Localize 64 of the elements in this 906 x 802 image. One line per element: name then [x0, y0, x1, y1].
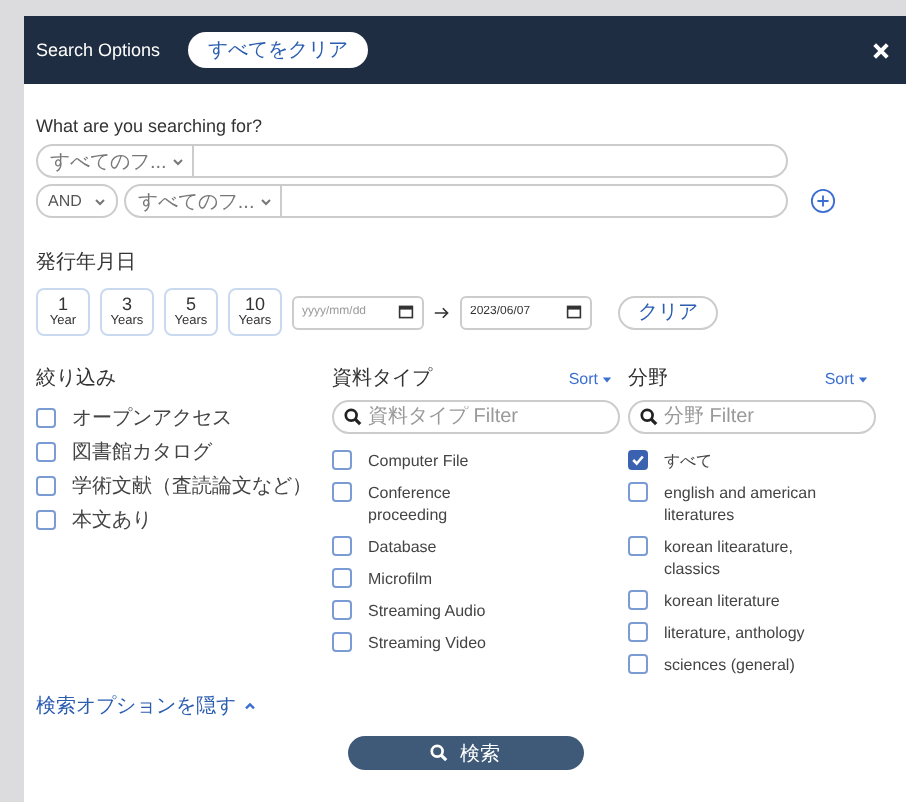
search-icon — [430, 744, 448, 762]
caret-icon — [93, 197, 106, 205]
arrow-icon — [434, 305, 450, 319]
option-label: 図書館カタログ — [72, 442, 212, 466]
search-icon — [640, 408, 658, 426]
option-label: すべて — [664, 450, 712, 472]
calendar-icon[interactable] — [566, 304, 582, 320]
checkbox[interactable] — [332, 536, 352, 556]
clear-date-button[interactable]: クリア — [618, 295, 718, 329]
close-icon[interactable] — [872, 41, 890, 59]
date-label: 発行年月日 — [36, 250, 138, 276]
option-label: korean literature — [664, 590, 780, 612]
caret-icon — [260, 197, 273, 205]
checkbox[interactable] — [36, 442, 56, 462]
field-select[interactable]: すべてのフ... — [38, 146, 195, 176]
sort-link[interactable]: Sort — [824, 370, 868, 388]
clear-all-button[interactable]: すべてをクリア — [188, 32, 369, 68]
operator-select[interactable]: AND — [36, 184, 118, 218]
checkbox[interactable] — [332, 632, 352, 652]
caret-icon — [172, 157, 185, 165]
option-label: korean litearature, classics — [664, 536, 795, 580]
checkbox[interactable] — [628, 482, 648, 502]
option-label: 学術文献（査読論文など） — [72, 476, 312, 500]
caret-icon — [602, 375, 612, 383]
field-select[interactable]: すべてのフ... — [125, 186, 283, 216]
checkbox[interactable] — [36, 476, 56, 496]
sort-link[interactable]: Sort — [568, 370, 612, 388]
facet-title: 絞り込み — [36, 365, 116, 392]
add-row-icon[interactable] — [810, 188, 836, 214]
facet-title: 分野 — [628, 366, 668, 392]
checkbox[interactable] — [332, 568, 352, 588]
calendar-icon[interactable] — [398, 304, 414, 320]
checkbox[interactable] — [332, 482, 352, 502]
search-field[interactable]: すべてのフ... — [123, 184, 788, 218]
option-label: Computer File — [368, 450, 469, 472]
option-label: Streaming Audio — [368, 600, 486, 622]
checkbox[interactable] — [628, 450, 648, 470]
option-label: Conference proceeding — [368, 482, 453, 526]
checkbox[interactable] — [36, 510, 56, 530]
caret-icon — [244, 702, 256, 710]
option-label: Database — [368, 536, 437, 558]
checkbox[interactable] — [332, 600, 352, 620]
hide-options-link[interactable]: 検索オプションを隠す — [36, 692, 256, 720]
search-field[interactable]: すべてのフ... — [36, 144, 788, 178]
option-label: sciences (general) — [664, 654, 795, 676]
option-label: literature, anthology — [664, 622, 805, 644]
checkbox[interactable] — [332, 450, 352, 470]
checkbox[interactable] — [628, 590, 648, 610]
caret-icon — [858, 375, 868, 383]
facet-title: 資料タイプ — [332, 365, 432, 392]
checkbox[interactable] — [36, 408, 56, 428]
option-label: 本文あり — [72, 510, 152, 534]
checkbox[interactable] — [628, 536, 648, 556]
search-button[interactable]: 検索 — [347, 736, 583, 770]
option-label: english and american literatures — [664, 482, 819, 526]
option-label: Microfilm — [368, 568, 432, 590]
search-icon — [344, 408, 362, 426]
query-label: What are you searching for? — [36, 116, 265, 136]
checkbox[interactable] — [628, 654, 648, 674]
option-label: オープンアクセス — [72, 408, 232, 432]
filter-field[interactable]: 分野 Filter — [628, 400, 876, 434]
dialog-title: Search Options — [36, 40, 161, 60]
checkbox[interactable] — [628, 622, 648, 642]
option-label: Streaming Video — [368, 632, 486, 654]
